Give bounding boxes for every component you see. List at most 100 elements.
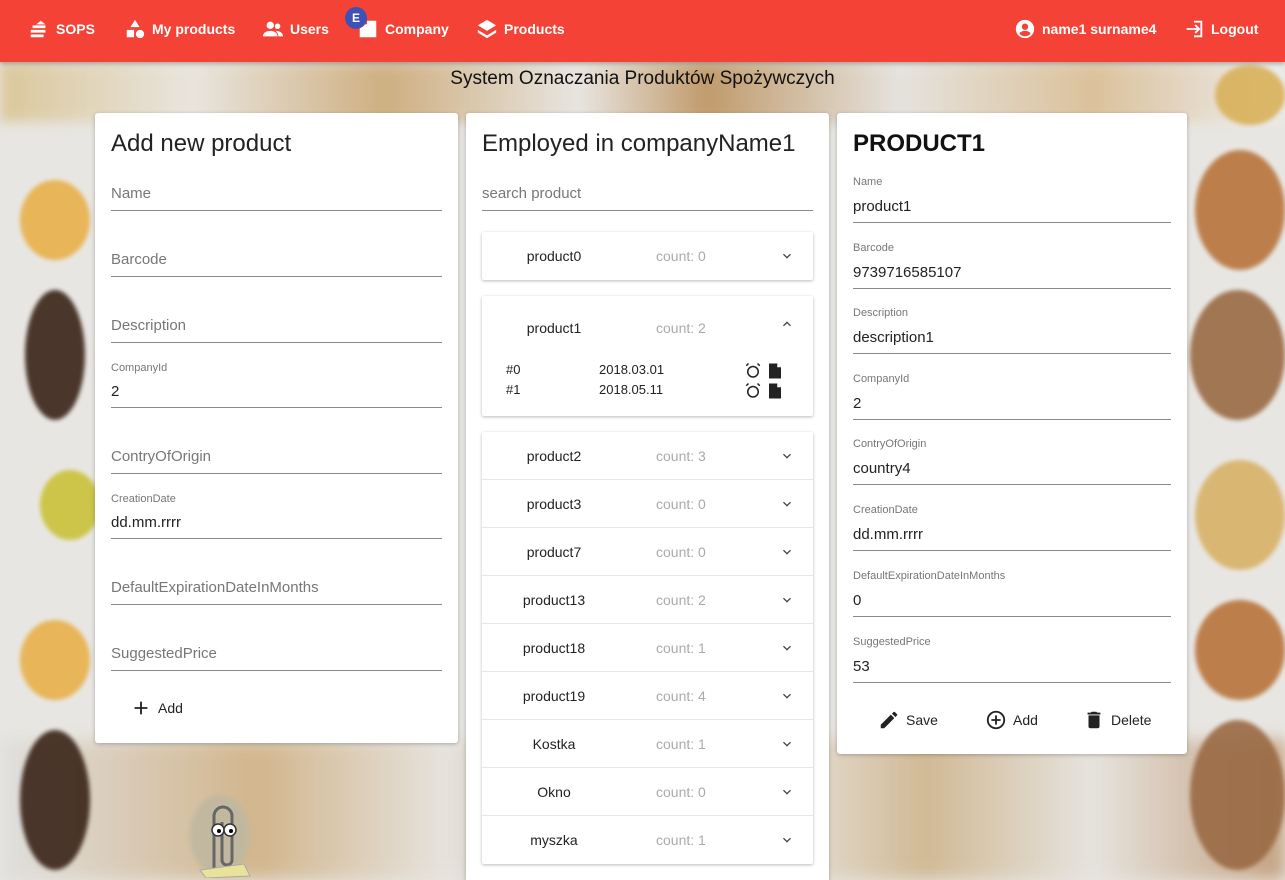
product-name: product13 <box>522 592 586 608</box>
people-icon <box>262 21 284 37</box>
product-row[interactable]: product18 count: 1 <box>482 624 813 672</box>
pencil-icon <box>880 711 898 729</box>
name-field[interactable]: Name <box>111 165 442 211</box>
add-button-label: Add <box>1013 712 1038 728</box>
field-label: Description <box>853 307 909 319</box>
country-field[interactable]: ContryOfOrigin <box>111 428 442 474</box>
product-row[interactable]: myszka count: 1 <box>482 816 813 864</box>
add-product-title: Add new product <box>111 130 292 157</box>
field-value: country4 <box>853 460 911 477</box>
product-row[interactable]: product2 count: 3 <box>482 432 813 480</box>
page-title: System Oznaczania Produktów Spożywczych <box>450 68 835 89</box>
add-product-card: Add new product Name Barcode Description… <box>95 113 458 743</box>
product-name: Okno <box>537 784 571 800</box>
product-row[interactable]: product3 count: 0 <box>482 480 813 528</box>
product-name: product3 <box>526 496 582 512</box>
price-field[interactable]: SuggestedPrice <box>111 625 442 671</box>
product-name: product1 <box>526 320 582 336</box>
add-circle-icon <box>986 710 1006 730</box>
item-index: #0 <box>506 362 521 377</box>
delete-button-label: Delete <box>1111 712 1152 728</box>
product-row[interactable]: product0 count: 0 <box>482 232 813 280</box>
layers-icon <box>477 19 497 39</box>
field-value: 2 <box>853 395 862 412</box>
country-placeholder: ContryOfOrigin <box>111 448 212 465</box>
product-count: count: 0 <box>656 496 706 512</box>
chevron-down-icon[interactable] <box>779 248 795 264</box>
product-row[interactable]: Kostka count: 1 <box>482 720 813 768</box>
chevron-down-icon[interactable] <box>779 688 795 704</box>
price-placeholder: SuggestedPrice <box>111 645 217 662</box>
product-panel-expanded: product1 count: 2 #0 2018.03.01 #1 2018.… <box>482 296 813 416</box>
document-icon[interactable] <box>766 382 784 400</box>
chevron-down-icon[interactable] <box>779 832 795 848</box>
detail-country-field[interactable]: ContryOfOrigin country4 <box>853 438 1171 485</box>
field-value: 9739716585107 <box>853 264 962 281</box>
name-placeholder: Name <box>111 185 152 202</box>
nav-brand[interactable]: SOPS <box>28 0 95 58</box>
add-button[interactable]: Add <box>985 709 1038 731</box>
detail-companyid-field[interactable]: CompanyId 2 <box>853 373 1171 420</box>
item-date: 2018.03.01 <box>599 362 665 377</box>
field-label: SuggestedPrice <box>853 636 931 648</box>
expiration-field[interactable]: DefaultExpirationDateInMonths <box>111 559 442 605</box>
chevron-down-icon[interactable] <box>779 496 795 512</box>
nav-logout[interactable]: Logout <box>1183 0 1258 58</box>
chevron-down-icon[interactable] <box>779 784 795 800</box>
field-value: 53 <box>853 658 870 675</box>
chevron-down-icon[interactable] <box>779 448 795 464</box>
item-index: #1 <box>506 382 521 397</box>
barcode-field[interactable]: Barcode <box>111 231 442 277</box>
nav-users[interactable]: Users <box>262 0 329 58</box>
delete-button[interactable]: Delete <box>1083 709 1151 731</box>
chevron-down-icon[interactable] <box>779 544 795 560</box>
nav-my-products[interactable]: My products <box>124 0 235 58</box>
search-placeholder: search product <box>482 185 582 202</box>
alarm-icon[interactable] <box>744 382 762 400</box>
product-row[interactable]: product1 count: 2 <box>482 296 813 344</box>
document-icon[interactable] <box>766 362 784 380</box>
companyid-label: CompanyId <box>111 362 168 374</box>
companyid-field[interactable]: CompanyId 2 <box>111 362 442 408</box>
creation-date-field[interactable]: CreationDate dd.mm.rrrr <box>111 493 442 539</box>
item-actions <box>744 362 784 380</box>
nav-products[interactable]: Products <box>476 0 565 58</box>
chevron-down-icon[interactable] <box>779 592 795 608</box>
item-date: 2018.05.11 <box>599 382 664 397</box>
product-row[interactable]: Okno count: 0 <box>482 768 813 816</box>
product-row[interactable]: product19 count: 4 <box>482 672 813 720</box>
product-count: count: 4 <box>656 688 706 704</box>
field-label: Name <box>853 176 883 188</box>
detail-creation-date-field[interactable]: CreationDate dd.mm.rrrr <box>853 504 1171 551</box>
product-row[interactable]: product13 count: 2 <box>482 576 813 624</box>
detail-name-field[interactable]: Name product1 <box>853 176 1171 223</box>
nav-company[interactable]: Company <box>357 0 449 58</box>
detail-expiration-field[interactable]: DefaultExpirationDateInMonths 0 <box>853 570 1171 617</box>
plus-icon <box>134 701 148 715</box>
description-placeholder: Description <box>111 317 187 334</box>
companyid-value: 2 <box>111 383 120 400</box>
product-count: count: 3 <box>656 448 706 464</box>
detail-barcode-field[interactable]: Barcode 9739716585107 <box>853 242 1171 289</box>
add-product-button[interactable]: Add <box>130 697 183 719</box>
description-field[interactable]: Description <box>111 297 442 343</box>
chevron-down-icon[interactable] <box>779 736 795 752</box>
assistant-paperclip-icon[interactable] <box>192 798 252 879</box>
nav-user-account[interactable]: name1 surname4 <box>1014 0 1156 58</box>
chevron-up-icon[interactable] <box>779 316 795 332</box>
product-row[interactable]: product7 count: 0 <box>482 528 813 576</box>
field-value: 0 <box>853 592 862 609</box>
alarm-icon[interactable] <box>744 362 762 380</box>
search-product-input[interactable]: search product <box>482 165 813 211</box>
shapes-icon <box>126 19 145 39</box>
nav-logout-label: Logout <box>1211 21 1259 37</box>
detail-price-field[interactable]: SuggestedPrice 53 <box>853 636 1171 683</box>
product-name: product0 <box>526 248 582 264</box>
field-label: ContryOfOrigin <box>853 438 927 450</box>
detail-description-field[interactable]: Description description1 <box>853 307 1171 354</box>
chevron-down-icon[interactable] <box>779 640 795 656</box>
save-button[interactable]: Save <box>878 709 938 731</box>
barcode-placeholder: Barcode <box>111 251 167 268</box>
company-products-title: Employed in companyName1 <box>482 130 796 157</box>
item-actions <box>744 382 784 400</box>
